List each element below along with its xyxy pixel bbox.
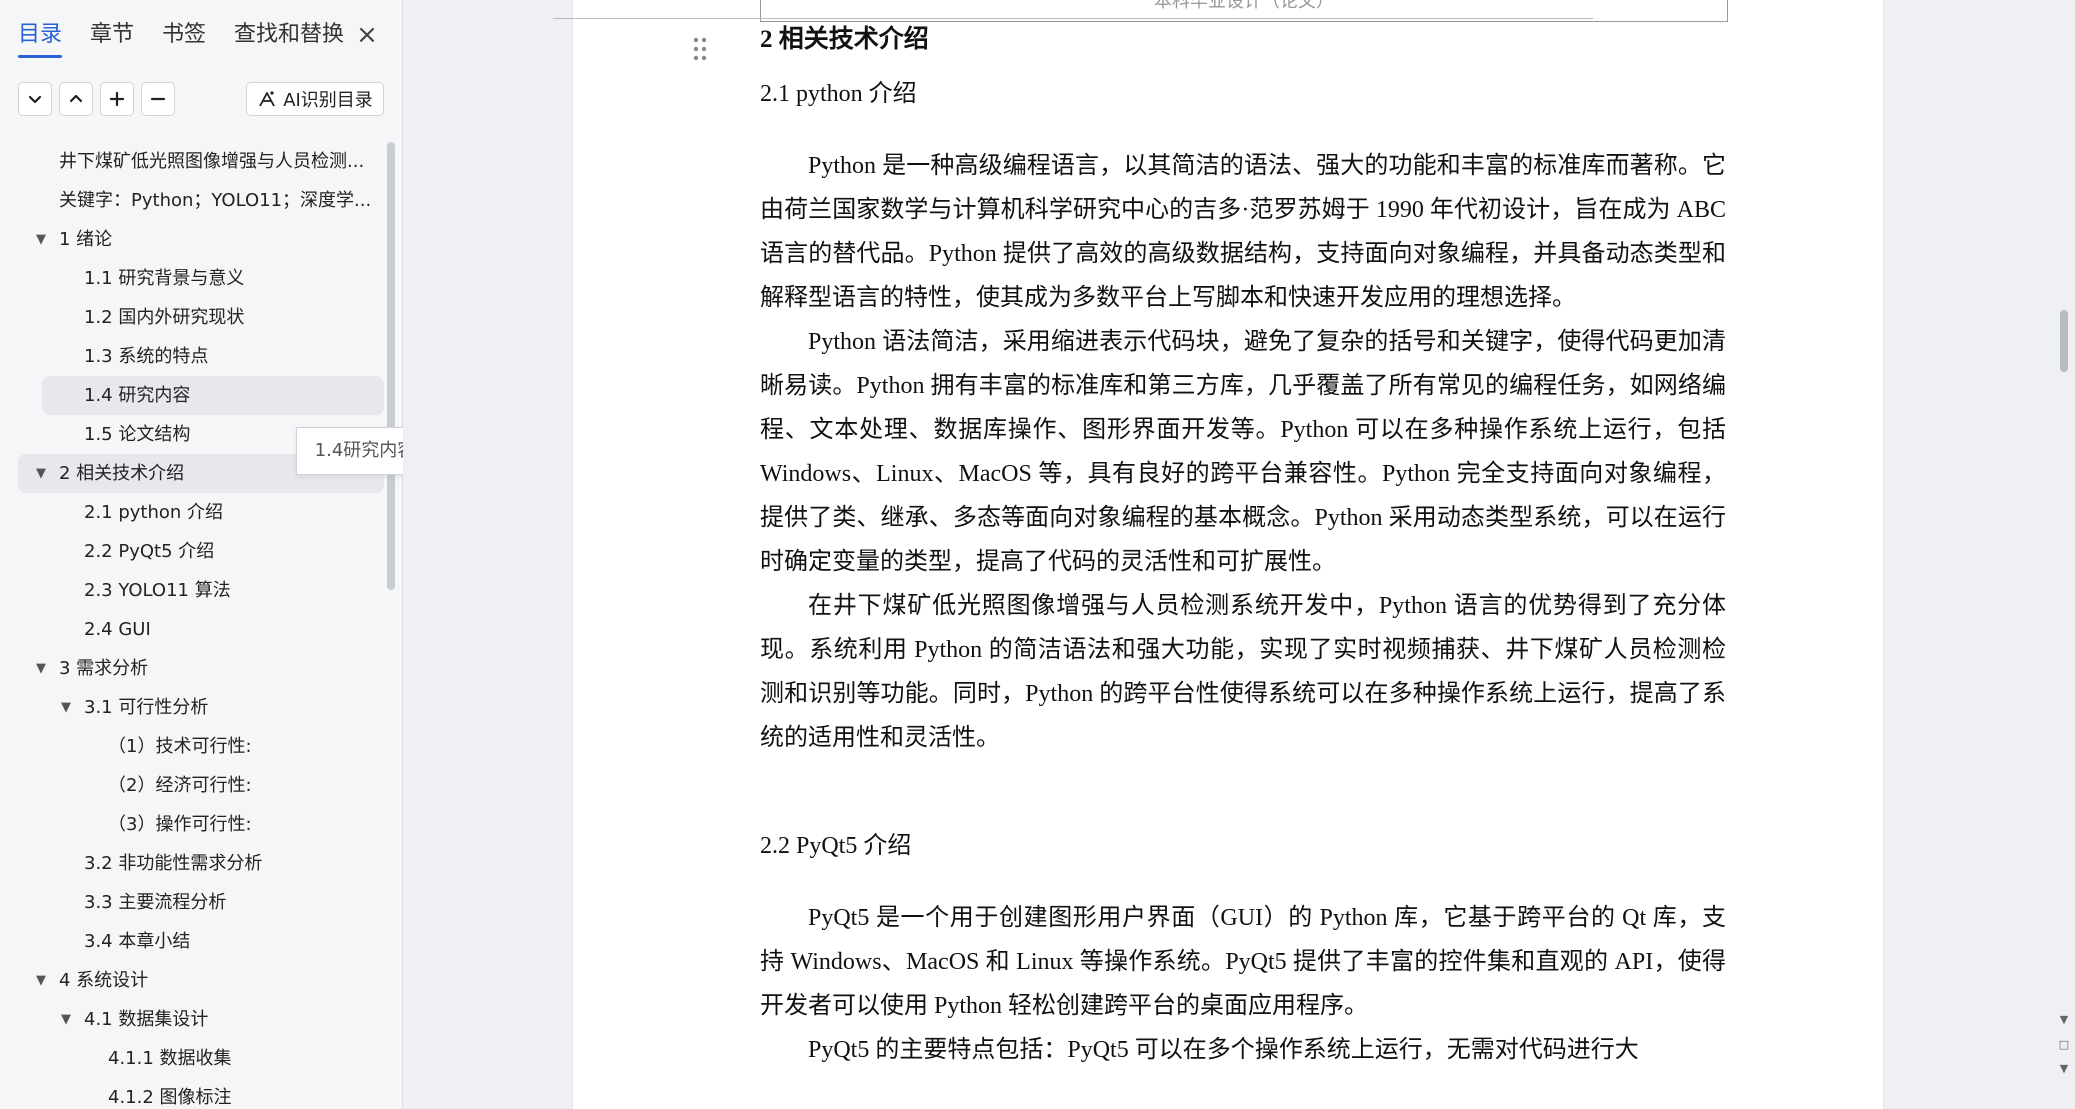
toc-item[interactable]: 3.2 非功能性需求分析 — [0, 844, 390, 883]
toc-item-label: （3）操作可行性: — [108, 814, 252, 835]
sidebar-scrollbar-thumb[interactable] — [387, 142, 395, 590]
toc-item-label: 1.3 系统的特点 — [84, 346, 209, 367]
toc-item[interactable]: 2.3 YOLO11 算法 — [0, 571, 390, 610]
toc-item-label: 3.1 可行性分析 — [84, 697, 209, 718]
paragraph-python-in-system: 在井下煤矿低光照图像增强与人员检测系统开发中，Python 语言的优势得到了充分… — [760, 593, 1726, 751]
toc-item-label: 1.2 国内外研究现状 — [84, 307, 245, 328]
toc-item[interactable]: 1.3 系统的特点 — [0, 337, 390, 376]
heading-chapter-2: 2 相关技术介绍 — [760, 26, 929, 53]
toc-item-label: 3.2 非功能性需求分析 — [84, 853, 263, 874]
toc-sidebar: 目录 章节 书签 查找和替换 × AI识别目录 井下煤矿低光照图像增强与人员检测… — [0, 0, 403, 1109]
toc-item-label: 3.3 主要流程分析 — [84, 892, 227, 913]
ai-wand-icon — [259, 91, 275, 107]
toc-item[interactable]: 3.4 本章小结 — [0, 922, 390, 961]
toc-item-label: （1）技术可行性: — [108, 736, 252, 757]
toc-item-label: 3 需求分析 — [59, 658, 149, 679]
square-icon[interactable]: □ — [2058, 1038, 2070, 1052]
caret-down-icon[interactable]: ▼ — [36, 220, 46, 259]
chevron-down-icon — [28, 95, 42, 104]
toc-item[interactable]: 4.1.1 数据收集 — [0, 1039, 390, 1078]
toc-item[interactable]: ▼ 3 需求分析 — [0, 649, 390, 688]
toc-item-label: 4.1.1 数据收集 — [108, 1048, 232, 1069]
toc-item[interactable]: 3.3 主要流程分析 — [0, 883, 390, 922]
tab-chapters[interactable]: 章节 — [90, 18, 134, 54]
plus-icon — [109, 91, 125, 107]
caret-down-icon[interactable]: ▼ — [36, 454, 46, 493]
paragraph-python-intro: Python 是一种高级编程语言，以其简洁的语法、强大的功能和丰富的标准库而著称… — [760, 153, 1726, 311]
tab-toc[interactable]: 目录 — [18, 18, 63, 58]
paragraph-pyqt5-features: PyQt5 的主要特点包括：PyQt5 可以在多个操作系统上运行，无需对代码进行… — [808, 1037, 1639, 1063]
paragraph-python-features: Python 语法简洁，采用缩进表示代码块，避免了复杂的括号和关键字，使得代码更… — [760, 329, 1726, 575]
caret-down-icon[interactable]: ▼ — [36, 961, 46, 1000]
document-scrollbar[interactable]: ▼ □ ▼ — [2052, 0, 2075, 1109]
toc-item-label: 2.1 python 介绍 — [84, 502, 224, 523]
chevron-up-icon — [69, 94, 83, 103]
toc-item-label: （2）经济可行性: — [108, 775, 252, 796]
toc-item-label: 井下煤矿低光照图像增强与人员检测... — [59, 151, 365, 172]
toc-item[interactable]: 井下煤矿低光照图像增强与人员检测... — [0, 142, 390, 181]
toc-item-label: 2.4 GUI — [84, 619, 151, 640]
page-down-icon[interactable]: ▼ — [2058, 1062, 2070, 1076]
heading-2-1: 2.1 python 介绍 — [760, 81, 917, 107]
remove-level-button[interactable] — [141, 82, 175, 116]
toc-item[interactable]: 关键字：Python；YOLO11；深度学... — [0, 181, 390, 220]
minus-icon — [150, 97, 166, 101]
toc-item[interactable]: （3）操作可行性: — [0, 805, 390, 844]
toc-item-label: 2 相关技术介绍 — [59, 463, 185, 484]
toc-item-label: 1 绪论 — [59, 229, 113, 250]
caret-down-icon[interactable]: ▼ — [36, 649, 46, 688]
toc-item[interactable]: ▼ 1 绪论 — [0, 220, 390, 259]
add-level-button[interactable] — [100, 82, 134, 116]
caret-down-icon[interactable]: ▼ — [61, 1000, 71, 1039]
toc-item-label: 关键字：Python；YOLO11；深度学... — [59, 190, 372, 211]
toc-item[interactable]: ▼ 4 系统设计 — [0, 961, 390, 1000]
toc-list: 井下煤矿低光照图像增强与人员检测... 关键字：Python；YOLO11；深度学… — [0, 142, 390, 1109]
toc-item-label: 1.5 论文结构 — [84, 424, 191, 445]
drag-handle-icon[interactable] — [693, 37, 707, 61]
toc-item[interactable]: ▼ 3.1 可行性分析 — [0, 688, 390, 727]
toc-item-label: 1.1 研究背景与意义 — [84, 268, 245, 289]
toc-item[interactable]: ▼ 4.1 数据集设计 — [0, 1000, 390, 1039]
heading-2-2: 2.2 PyQt5 介绍 — [760, 833, 912, 859]
toc-item[interactable]: 1.1 研究背景与意义 — [0, 259, 390, 298]
ai-recognize-toc-button[interactable]: AI识别目录 — [246, 82, 384, 116]
toc-item[interactable]: 1.4 研究内容 — [42, 376, 384, 415]
sidebar-tabs: 目录 章节 书签 查找和替换 — [18, 18, 372, 58]
toc-item[interactable]: 4.1.2 图像标注 — [0, 1078, 390, 1109]
tab-find-replace[interactable]: 查找和替换 — [234, 18, 344, 54]
caret-down-icon[interactable]: ▼ — [61, 688, 71, 727]
toc-item-label: 4 系统设计 — [59, 970, 149, 991]
tab-bookmarks[interactable]: 书签 — [162, 18, 206, 54]
toc-item[interactable]: 1.2 国内外研究现状 — [0, 298, 390, 337]
ai-button-label: AI识别目录 — [283, 90, 373, 111]
toc-item-label: 4.1.2 图像标注 — [108, 1087, 232, 1108]
expand-down-button[interactable] — [18, 82, 52, 116]
scroll-down-icon[interactable]: ▼ — [2058, 1013, 2070, 1027]
toc-item[interactable]: （1）技术可行性: — [0, 727, 390, 766]
paragraph-pyqt5-intro: PyQt5 是一个用于创建图形用户界面（GUI）的 Python 库，它基于跨平… — [760, 905, 1726, 1019]
document-scrollbar-thumb[interactable] — [2060, 310, 2068, 372]
toc-item-label: 4.1 数据集设计 — [84, 1009, 209, 1030]
close-icon[interactable]: × — [352, 20, 382, 50]
toc-item-label: 2.2 PyQt5 介绍 — [84, 541, 215, 562]
toc-item[interactable]: （2）经济可行性: — [0, 766, 390, 805]
toc-item-label: 2.3 YOLO11 算法 — [84, 580, 231, 601]
toc-item-label: 1.4 研究内容 — [84, 385, 191, 406]
collapse-up-button[interactable] — [59, 82, 93, 116]
document-content[interactable]: 2 相关技术介绍 2.1 python 介绍 Python 是一种高级编程语言，… — [760, 14, 1726, 1072]
toc-item[interactable]: 2.1 python 介绍 — [0, 493, 390, 532]
toc-item-label: 3.4 本章小结 — [84, 931, 191, 952]
toc-toolbar: AI识别目录 — [18, 82, 388, 118]
toc-item[interactable]: 2.4 GUI — [0, 610, 390, 649]
toc-item[interactable]: 2.2 PyQt5 介绍 — [0, 532, 390, 571]
